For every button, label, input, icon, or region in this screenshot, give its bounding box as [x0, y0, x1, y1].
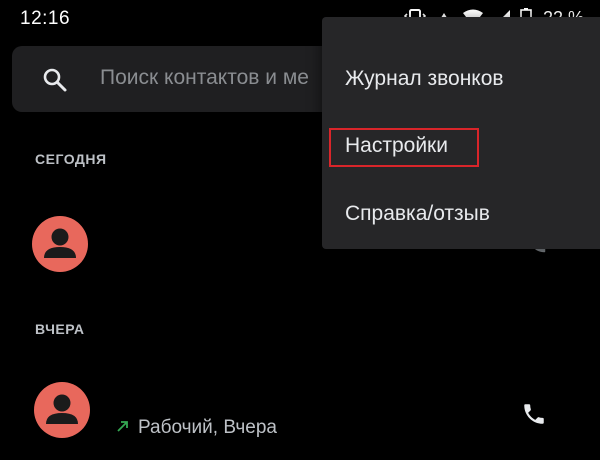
- person-icon: [44, 228, 76, 258]
- dialer-screen: 12:16 Поиск контактов и ме СЕГОДНЯ ВЧЕРА…: [0, 0, 600, 460]
- avatar[interactable]: [32, 216, 88, 272]
- section-header-today: СЕГОДНЯ: [35, 151, 107, 167]
- section-header-yesterday: ВЧЕРА: [35, 321, 85, 337]
- menu-item-label: Настройки: [345, 134, 448, 157]
- menu-item-settings[interactable]: Настройки: [322, 114, 600, 180]
- overflow-menu: Журнал звонков Настройки Справка/отзыв: [322, 17, 600, 249]
- outgoing-call-arrow-icon: [116, 419, 130, 438]
- search-input[interactable]: Поиск контактов и ме: [100, 66, 309, 90]
- avatar[interactable]: [34, 382, 90, 438]
- status-time: 12:16: [20, 8, 71, 29]
- phone-icon[interactable]: [521, 401, 547, 432]
- search-icon[interactable]: [42, 67, 68, 98]
- menu-item-call-history[interactable]: Журнал звонков: [322, 47, 600, 113]
- menu-item-label: Журнал звонков: [345, 67, 504, 90]
- call-detail-text: Рабочий, Вчера: [138, 417, 277, 438]
- person-icon: [46, 394, 78, 424]
- menu-item-label: Справка/отзыв: [345, 202, 490, 225]
- call-detail: Рабочий, Вчера: [116, 417, 277, 439]
- menu-item-help-feedback[interactable]: Справка/отзыв: [322, 182, 600, 248]
